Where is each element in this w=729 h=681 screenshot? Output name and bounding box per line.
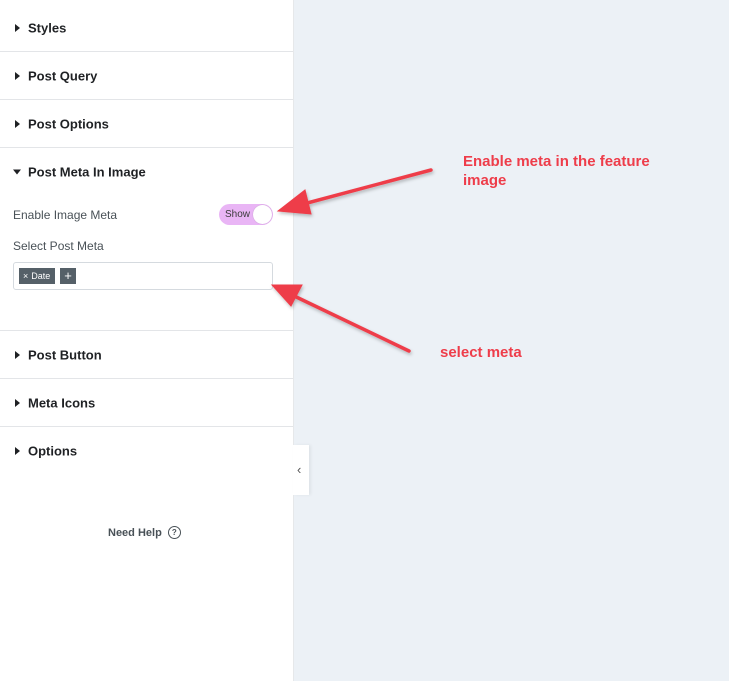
annotation-enable-meta: Enable meta in the feature image — [463, 153, 650, 189]
annotation-select-meta: select meta — [440, 344, 522, 361]
arrow-to-toggle — [294, 168, 433, 208]
arrow-head-toggle — [276, 189, 312, 215]
arrow-head-select — [270, 284, 303, 307]
arrow-to-select — [288, 292, 411, 353]
annotation-arrows — [270, 168, 433, 353]
